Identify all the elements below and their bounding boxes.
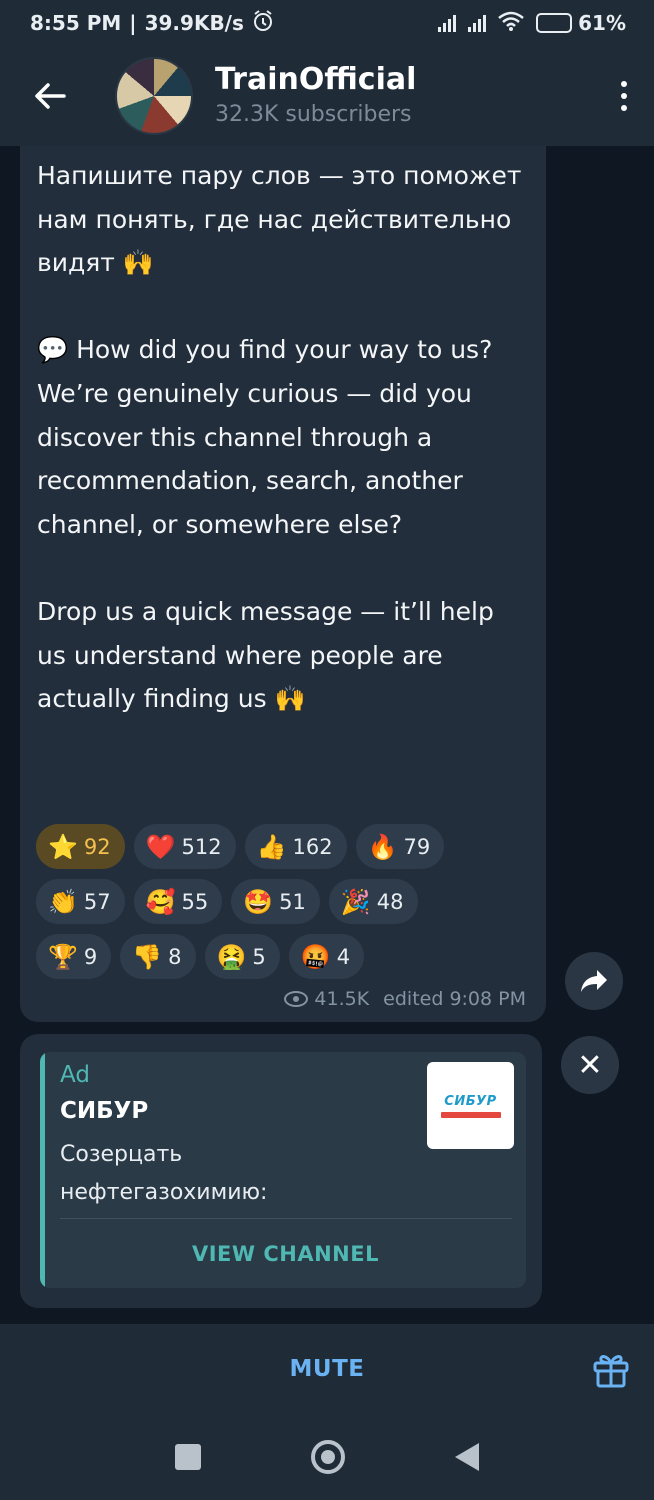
reaction-thumbs-down[interactable]: 👎 8 [120,934,196,979]
share-arrow-icon [581,970,607,992]
back-button[interactable] [0,46,100,146]
vomiting-face-icon: 🤮 [216,942,247,971]
ad-logo-text: СИБУР [444,1093,497,1109]
reaction-count: 9 [83,944,98,969]
more-menu-button[interactable] [594,46,654,146]
message-text: Напишите пару слов — это поможет нам пон… [37,161,522,714]
status-left: 8:55 PM | 39.9KB/s [30,9,274,37]
fire-icon: 🔥 [367,832,398,861]
reaction-smiling-hearts[interactable]: 🥰 55 [133,879,223,924]
gift-button[interactable] [590,1348,632,1390]
reaction-heart[interactable]: ❤️ 512 [133,824,236,869]
battery-icon [536,13,573,33]
ad-card[interactable]: Ad СИБУР Созерцать нефтегазохимию: СИБУР… [40,1052,526,1288]
recents-button[interactable] [175,1444,201,1470]
status-right: 61% [438,11,626,36]
reactions: ⭐ 92 ❤️ 512 👍 162 🔥 79 👏 57 🥰 55 🤩 51 🎉 48 🏆 9 👎 8… [36,824,536,989]
status-speed: 39.9KB/s [144,11,244,35]
reaction-count: 51 [279,889,306,914]
heart-icon: ❤️ [145,832,176,861]
chat-area[interactable]: Напишите пару слов — это поможет нам пон… [0,146,654,1324]
ad-text: Созерцать нефтегазохимию: [60,1142,268,1205]
status-time: 8:55 PM [30,11,122,35]
reaction-count: 55 [181,889,209,914]
ad-divider [60,1218,512,1219]
message-meta: 41.5K edited 9:08 PM [284,988,526,1010]
signal-icon [438,14,457,32]
reaction-count: 512 [181,834,222,859]
reaction-count: 8 [168,944,182,969]
reaction-count: 48 [376,889,404,914]
star-struck-icon: 🤩 [243,887,274,916]
menu-dot-icon [621,93,627,99]
bottom-bar: MUTE [0,1324,654,1414]
thumbs-up-icon: 👍 [256,832,287,861]
reaction-row: 🏆 9 👎 8 🤮 5 🤬 4 [36,934,536,979]
thumbs-down-icon: 👎 [132,942,163,971]
battery-percent: 61% [578,11,626,35]
ad-logo-bar [440,1111,501,1118]
wifi-icon [498,11,524,36]
gift-icon [593,1355,629,1388]
smiling-hearts-icon: 🥰 [145,887,176,916]
view-count: 41.5K [314,988,370,1010]
edited-time: edited 9:08 PM [383,988,526,1010]
reaction-trophy[interactable]: 🏆 9 [36,934,112,979]
channel-avatar[interactable] [115,57,193,135]
party-popper-icon: 🎉 [340,887,371,916]
menu-dot-icon [621,105,627,111]
reaction-count: 57 [83,889,111,914]
reaction-count: 79 [403,834,431,859]
status-bar: 8:55 PM | 39.9KB/s 61% [0,0,654,46]
home-circle-icon [321,1450,335,1464]
signal-icon-2 [468,14,487,32]
alarm-icon [252,9,274,37]
close-ad-button[interactable]: ✕ [561,1036,619,1094]
view-channel-button[interactable]: VIEW CHANNEL [45,1220,526,1288]
reaction-star[interactable]: ⭐ 92 [36,824,125,869]
reaction-party[interactable]: 🎉 48 [328,879,418,924]
reaction-thumbs-up[interactable]: 👍 162 [244,824,347,869]
back-arrow-icon [35,83,66,109]
ad-label: Ad [60,1062,90,1088]
reaction-row: ⭐ 92 ❤️ 512 👍 162 🔥 79 [36,824,536,869]
home-button[interactable] [311,1440,345,1474]
reaction-cursing[interactable]: 🤬 4 [288,934,365,979]
star-icon: ⭐ [48,832,78,861]
menu-dot-icon [621,81,627,87]
reaction-count: 162 [292,834,333,859]
message-bubble[interactable]: Напишите пару слов — это поможет нам пон… [20,146,546,1022]
system-back-button[interactable] [455,1443,479,1471]
reaction-count: 92 [83,834,111,859]
mute-button[interactable]: MUTE [290,1356,365,1382]
clap-icon: 👏 [48,887,78,916]
reaction-star-struck[interactable]: 🤩 51 [231,879,320,924]
views-eye-icon [284,991,309,1007]
reaction-row: 👏 57 🥰 55 🤩 51 🎉 48 [36,879,536,924]
channel-title: TrainOfficial [215,62,417,97]
chat-header: TrainOfficial 32.3K subscribers [0,46,654,146]
system-nav-bar [0,1414,654,1500]
sponsored-message[interactable]: Ad СИБУР Созерцать нефтегазохимию: СИБУР… [20,1034,542,1308]
ad-sponsor-name: СИБУР [60,1098,149,1124]
trophy-icon: 🏆 [48,942,78,971]
reaction-count: 4 [336,944,351,969]
status-separator: | [129,11,137,35]
channel-title-block[interactable]: TrainOfficial 32.3K subscribers [215,62,594,130]
forward-button[interactable] [565,952,623,1010]
battery-indicator: 61% [536,11,626,35]
reaction-fire[interactable]: 🔥 79 [355,824,445,869]
reaction-count: 5 [252,944,266,969]
subscriber-count: 32.3K subscribers [215,102,412,127]
reaction-clap[interactable]: 👏 57 [36,879,125,924]
close-icon: ✕ [577,1047,603,1083]
ad-logo-thumbnail[interactable]: СИБУР [427,1062,514,1149]
cursing-face-icon: 🤬 [300,942,331,971]
reaction-vomit[interactable]: 🤮 5 [204,934,280,979]
